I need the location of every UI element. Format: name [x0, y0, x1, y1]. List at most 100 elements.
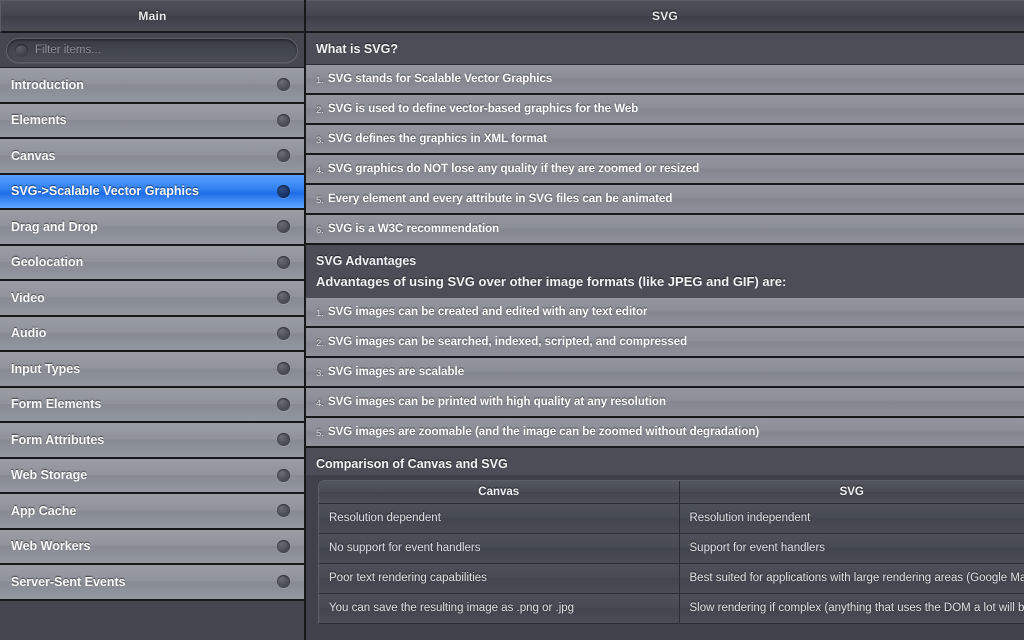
- sidebar-item-label: Audio: [11, 326, 47, 341]
- sidebar: Main Filter items... Introduction Element…: [0, 0, 306, 640]
- sidebar-item-svg-scalable-vector-graphics[interactable]: SVG->Scalable Vector Graphics: [0, 174, 304, 210]
- sidebar-item-web-storage[interactable]: Web Storage: [0, 458, 304, 494]
- list-item[interactable]: 4. SVG graphics do NOT lose any quality i…: [306, 155, 1024, 185]
- content-body: What is SVG? 1. SVG stands for Scalable V…: [306, 33, 1024, 640]
- sidebar-item-label: Web Storage: [11, 468, 88, 483]
- table-cell: Resolution dependent: [319, 503, 680, 534]
- list-item[interactable]: 1. SVG images can be created and edited w…: [306, 298, 1024, 328]
- list-item[interactable]: 6. SVG is a W3C recommendation: [306, 215, 1024, 245]
- bullet-icon: [277, 433, 290, 447]
- section-title: What is SVG?: [316, 42, 398, 56]
- section-heading-what-is-svg: What is SVG?: [306, 33, 1024, 65]
- list-item-number: 2.: [316, 105, 324, 116]
- list-item[interactable]: 2. SVG images can be searched, indexed, s…: [306, 328, 1024, 358]
- table-cell: You can save the resulting image as .png…: [319, 593, 680, 624]
- sidebar-item-video[interactable]: Video: [0, 281, 304, 317]
- sidebar-item-form-elements[interactable]: Form Elements: [0, 387, 304, 423]
- table-row[interactable]: You can save the resulting image as .png…: [319, 593, 1024, 624]
- table-cell: No support for event handlers: [319, 533, 680, 564]
- sidebar-item-drag-and-drop[interactable]: Drag and Drop: [0, 210, 304, 246]
- sidebar-item-label: Web Workers: [11, 539, 91, 554]
- bullet-icon: [277, 184, 290, 198]
- list-item[interactable]: 5. Every element and every attribute in S…: [306, 185, 1024, 215]
- filter-bar: Filter items...: [0, 33, 304, 68]
- sidebar-item-label: Canvas: [11, 148, 56, 163]
- list-item-number: 1.: [316, 75, 324, 86]
- list-item-number: 3.: [316, 368, 324, 379]
- bullet-icon: [277, 362, 290, 376]
- content-panel: SVG What is SVG? 1. SVG stands for Scalab…: [306, 0, 1024, 640]
- bullet-icon: [277, 539, 290, 553]
- table-header-row: Canvas SVG: [319, 481, 1024, 504]
- bullet-icon: [277, 575, 290, 589]
- sidebar-item-input-types[interactable]: Input Types: [0, 352, 304, 388]
- list-item-label: SVG images can be searched, indexed, scr…: [327, 336, 688, 348]
- sidebar-item-app-cache[interactable]: App Cache: [0, 494, 304, 530]
- sidebar-item-introduction[interactable]: Introduction: [0, 68, 304, 104]
- list-item-label: SVG graphics do NOT lose any quality if …: [327, 163, 700, 175]
- app-window: Main Filter items... Introduction Element…: [0, 0, 1024, 640]
- sidebar-item-canvas[interactable]: Canvas: [0, 139, 304, 175]
- sidebar-header-title: Main: [138, 9, 167, 23]
- sidebar-item-audio[interactable]: Audio: [0, 316, 304, 352]
- sidebar-item-server-sent-events[interactable]: Server-Sent Events: [0, 565, 304, 601]
- content-header: SVG: [306, 0, 1024, 33]
- sidebar-item-label: App Cache: [11, 503, 77, 518]
- list-item-label: SVG is used to define vector-based graph…: [327, 103, 639, 115]
- list-item[interactable]: 4. SVG images can be printed with high qu…: [306, 388, 1024, 418]
- sidebar-item-label: Drag and Drop: [11, 219, 98, 234]
- bullet-icon: [277, 113, 290, 127]
- table-row[interactable]: Poor text rendering capabilities Best sui…: [319, 563, 1024, 594]
- sidebar-item-geolocation[interactable]: Geolocation: [0, 245, 304, 281]
- sidebar-item-web-workers[interactable]: Web Workers: [0, 529, 304, 565]
- sidebar-item-label: Introduction: [11, 77, 84, 92]
- table-body: Resolution dependent Resolution independe…: [319, 503, 1024, 624]
- circle-icon: [15, 43, 28, 57]
- list-item-label: SVG defines the graphics in XML format: [327, 133, 547, 145]
- bullet-icon: [277, 78, 290, 92]
- bullet-icon: [277, 291, 290, 305]
- table-cell: Support for event handlers: [679, 533, 1024, 564]
- sidebar-item-form-attributes[interactable]: Form Attributes: [0, 423, 304, 459]
- section-subtitle-svg-advantages: Advantages of using SVG over other image…: [306, 272, 1024, 298]
- table-cell: Resolution independent: [679, 503, 1024, 534]
- sidebar-header: Main: [0, 0, 304, 33]
- list-item-number: 5.: [316, 428, 324, 439]
- sidebar-item-label: Server-Sent Events: [11, 574, 126, 589]
- list-item-number: 1.: [316, 308, 324, 319]
- list-what-is-svg: 1. SVG stands for Scalable Vector Graphic…: [306, 65, 1024, 245]
- section-title: Comparison of Canvas and SVG: [316, 457, 508, 471]
- sidebar-nav-list: Introduction Elements Canvas SVG->Scalable …: [0, 68, 304, 640]
- table-row[interactable]: No support for event handlers Support for…: [319, 533, 1024, 564]
- list-item[interactable]: 2. SVG is used to define vector-based gra…: [306, 95, 1024, 125]
- sidebar-item-label: Video: [11, 290, 45, 305]
- bullet-icon: [277, 149, 290, 163]
- content-header-title: SVG: [652, 9, 678, 23]
- table-cell: Best suited for applications with large …: [679, 563, 1024, 594]
- list-item-number: 3.: [316, 135, 324, 146]
- list-item-label: SVG images can be printed with high qual…: [327, 396, 666, 408]
- section-subtitle: Advantages of using SVG over other image…: [316, 274, 787, 289]
- filter-input[interactable]: Filter items...: [6, 37, 298, 63]
- filter-input-placeholder: Filter items...: [35, 44, 101, 56]
- bullet-icon: [277, 468, 290, 482]
- list-item[interactable]: 3. SVG images are scalable: [306, 358, 1024, 388]
- sidebar-item-label: Elements: [11, 113, 67, 128]
- list-svg-advantages: 1. SVG images can be created and edited w…: [306, 298, 1024, 448]
- comparison-table-wrap: Canvas SVG Resolution dependent Resolution…: [318, 480, 1024, 624]
- bullet-icon: [277, 255, 290, 269]
- bullet-icon: [277, 504, 290, 518]
- table-column-header: Canvas: [319, 481, 680, 504]
- table-row[interactable]: Resolution dependent Resolution independe…: [319, 503, 1024, 534]
- table-cell: Slow rendering if complex (anything that…: [679, 593, 1024, 624]
- list-item[interactable]: 1. SVG stands for Scalable Vector Graphic…: [306, 65, 1024, 95]
- list-item-number: 6.: [316, 225, 324, 236]
- bullet-icon: [277, 326, 290, 340]
- bullet-icon: [277, 220, 290, 234]
- list-item-number: 2.: [316, 338, 324, 349]
- sidebar-item-elements[interactable]: Elements: [0, 103, 304, 139]
- list-item[interactable]: 5. SVG images are zoomable (and the image…: [306, 418, 1024, 448]
- sidebar-item-label: Geolocation: [11, 255, 84, 270]
- list-item[interactable]: 3. SVG defines the graphics in XML format: [306, 125, 1024, 155]
- list-item-label: SVG is a W3C recommendation: [327, 223, 500, 235]
